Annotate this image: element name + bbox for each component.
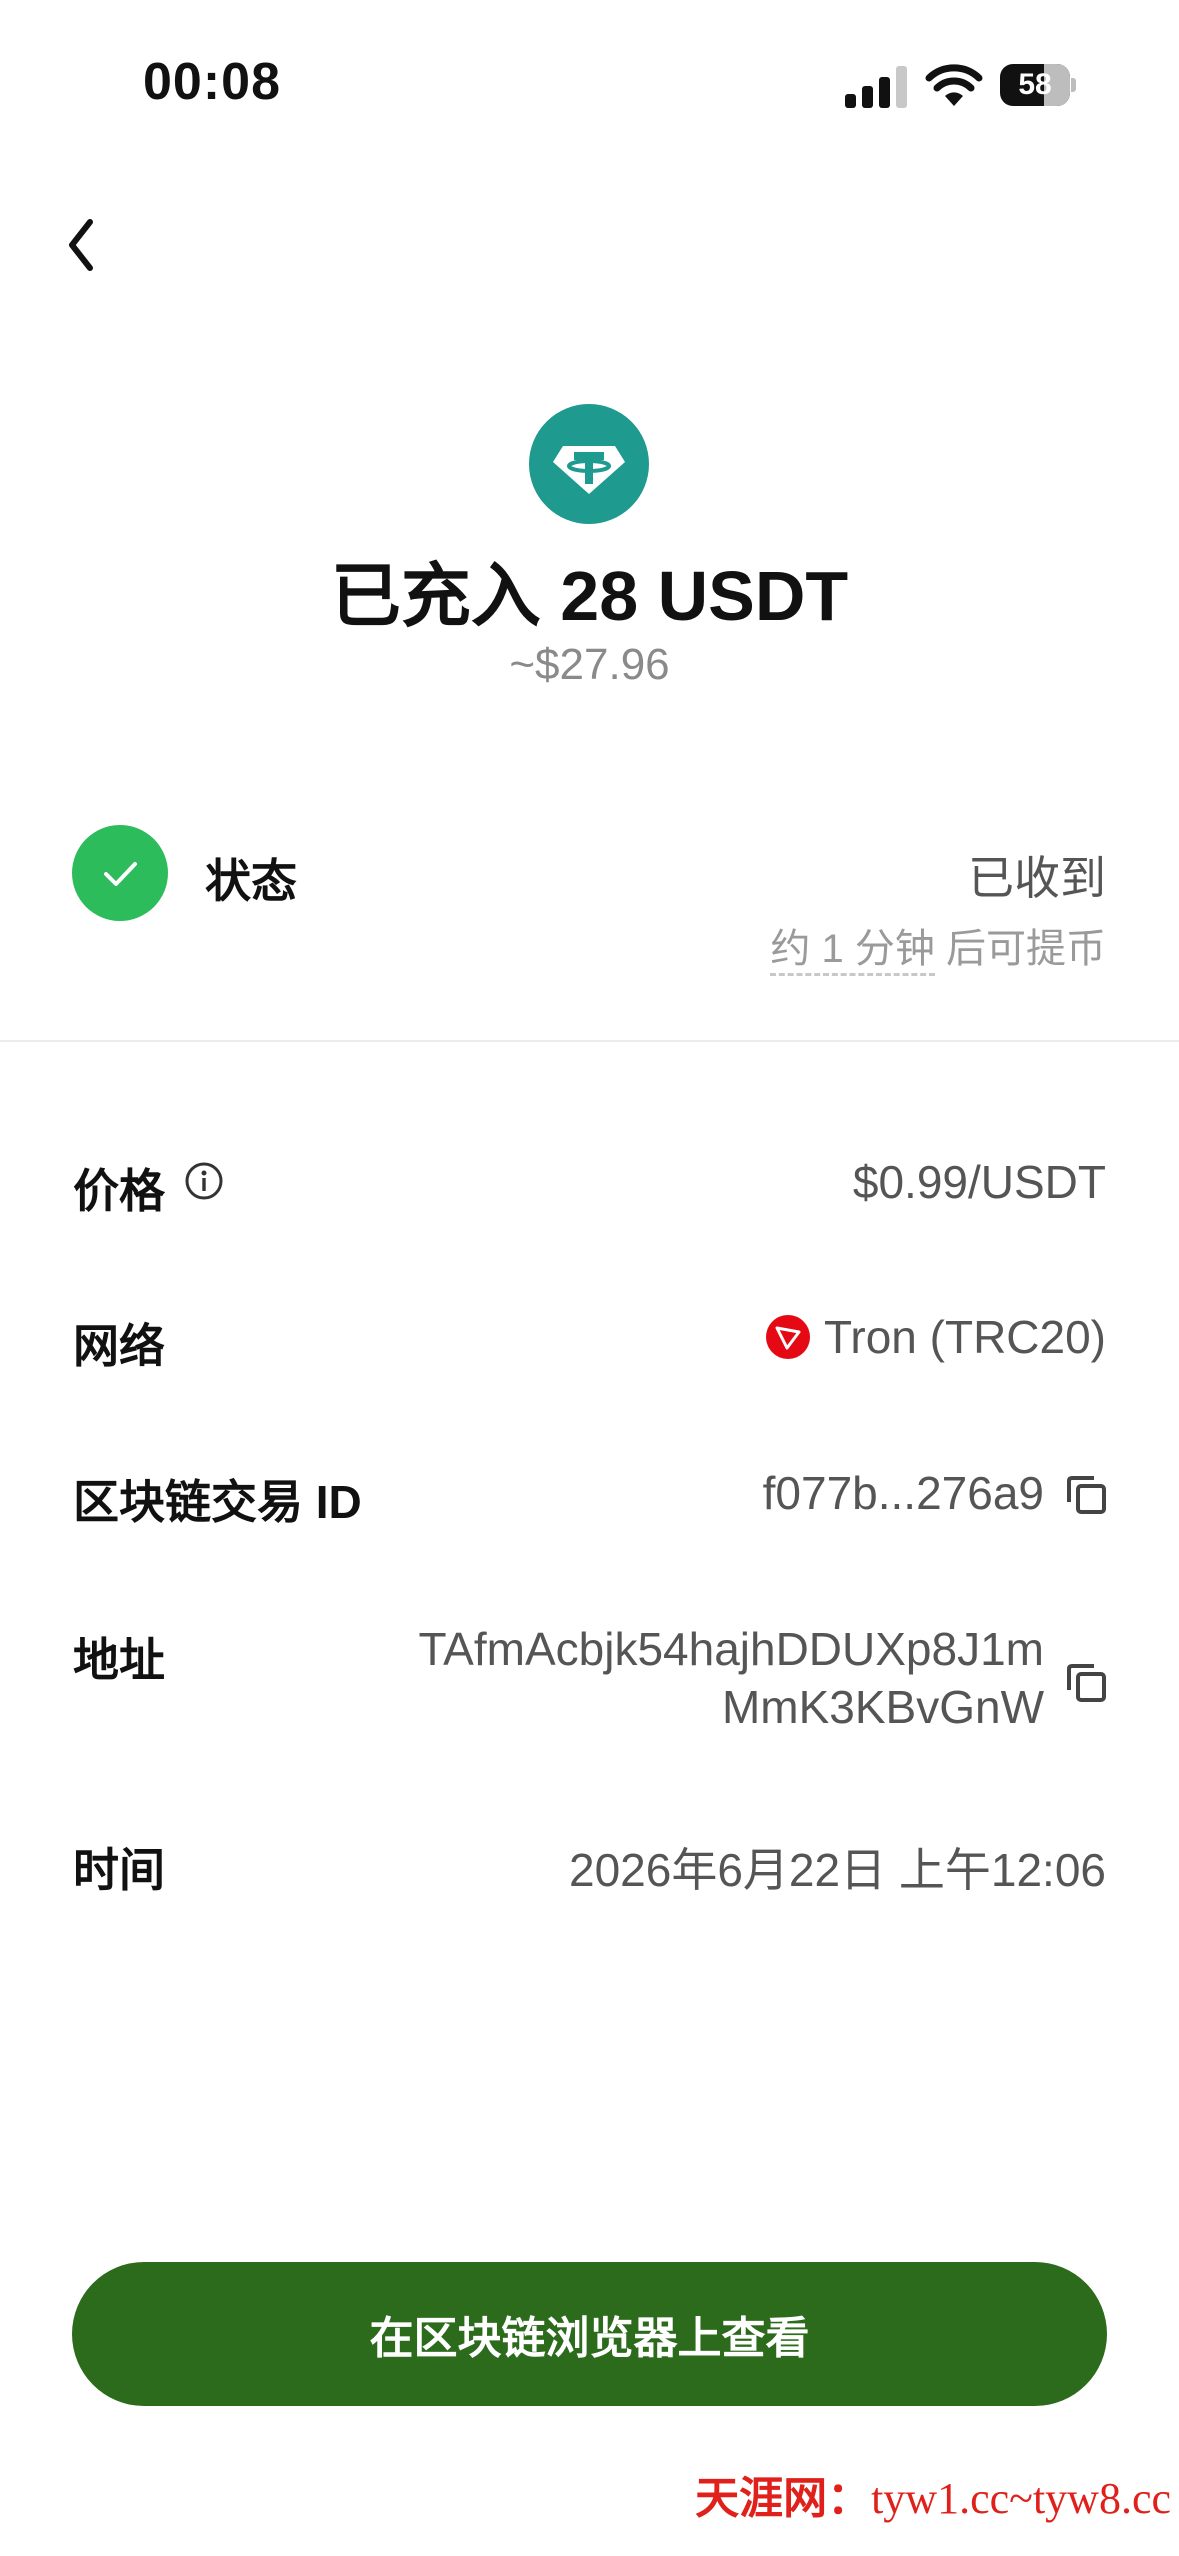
copy-icon[interactable]	[1064, 1472, 1108, 1516]
price-value: $0.99/USDT	[852, 1156, 1106, 1208]
view-on-explorer-button[interactable]: 在区块链浏览器上查看	[72, 2262, 1107, 2406]
address-line-2: MmK3KBvGnW	[721, 1681, 1044, 1733]
copy-icon[interactable]	[1064, 1660, 1108, 1704]
address-value: TAfmAcbjk54hajhDDUXp8J1m MmK3KBvGnW	[419, 1620, 1045, 1736]
watermark: 天涯网：tyw1.cc~tyw8.cc	[695, 2462, 1171, 2526]
status-label: 状态	[205, 855, 297, 907]
price-label: 价格	[73, 1165, 165, 1217]
withdraw-note-suffix: 后可提币	[934, 927, 1106, 971]
page-title: 已充入 28 USDT	[330, 557, 849, 635]
watermark-brand: 天涯网：	[695, 2474, 872, 2523]
info-icon[interactable]	[184, 1161, 224, 1201]
signal-icon	[845, 66, 907, 108]
wifi-icon	[925, 64, 983, 106]
txid-value: f077b...276a9	[762, 1467, 1044, 1519]
check-circle-icon	[72, 825, 168, 921]
tron-icon	[766, 1314, 810, 1359]
time-label: 时间	[73, 1844, 165, 1896]
time-value: 2026年6月22日 上午12:06	[569, 1844, 1106, 1896]
status-bar-time: 00:08	[143, 53, 281, 111]
network-value: Tron (TRC20)	[824, 1311, 1106, 1363]
battery-level: 58	[1018, 68, 1052, 101]
network-label: 网络	[73, 1320, 165, 1372]
txid-label: 区块链交易 ID	[73, 1476, 362, 1528]
battery-icon: 58	[1000, 64, 1076, 106]
divider	[0, 1040, 1179, 1042]
fiat-amount: ~$27.96	[509, 640, 670, 689]
chevron-left-icon[interactable]	[58, 210, 108, 280]
network-value-row: Tron (TRC20)	[766, 1310, 1106, 1364]
tether-usdt-icon	[529, 404, 649, 524]
status-value: 已收到	[968, 852, 1106, 904]
withdraw-note: 约 1 分钟 后可提币	[770, 916, 1106, 976]
withdraw-time-tooltip[interactable]: 约 1 分钟	[770, 927, 935, 976]
watermark-domain: tyw1.cc~tyw8.cc	[871, 2474, 1171, 2523]
address-line-1: TAfmAcbjk54hajhDDUXp8J1m	[418, 1623, 1045, 1675]
address-label: 地址	[73, 1634, 165, 1686]
